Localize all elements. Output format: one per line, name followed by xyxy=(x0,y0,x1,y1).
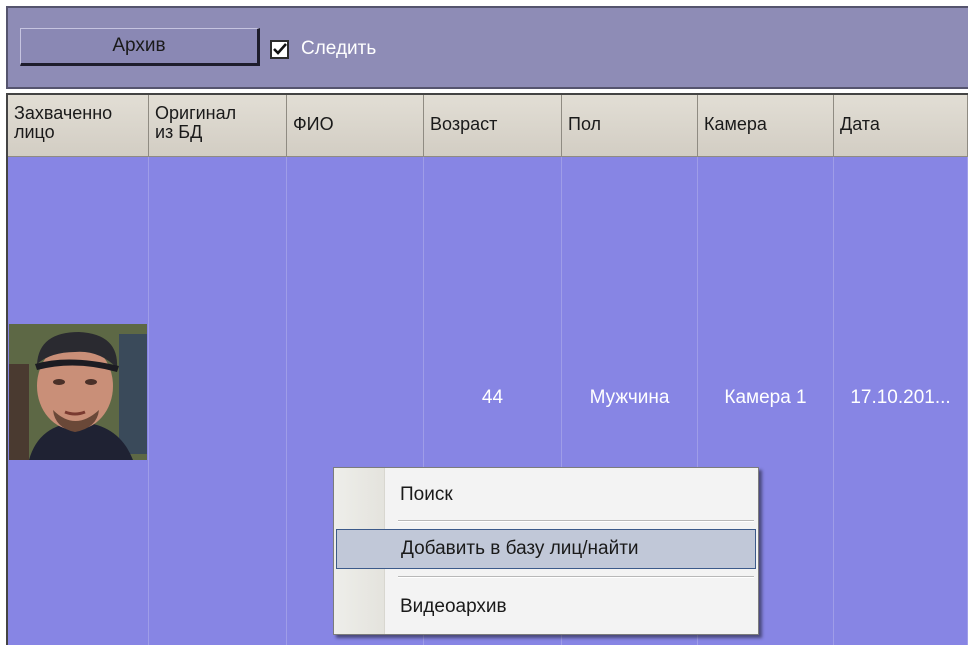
follow-checkbox-control[interactable]: Следить xyxy=(270,38,376,60)
original-db-cell xyxy=(149,157,287,645)
menu-item-label: Поиск xyxy=(400,484,453,505)
column-header-text: Дата xyxy=(840,114,880,134)
menu-item-label: Видеоархив xyxy=(400,596,507,617)
captured-face-image xyxy=(9,324,147,460)
column-header-text: Захваченно xyxy=(14,103,113,123)
archive-button[interactable]: Архив xyxy=(20,28,260,66)
column-header-gender[interactable]: Пол xyxy=(562,95,698,157)
toolbar: Архив Следить xyxy=(6,6,968,89)
column-header-text: Камера xyxy=(704,114,767,134)
follow-label: Следить xyxy=(301,38,377,59)
face-photo-icon xyxy=(9,324,147,460)
menu-separator xyxy=(398,576,754,578)
menu-separator xyxy=(398,520,754,522)
checkmark-icon xyxy=(272,43,287,55)
table-header: Захваченно лицо Оригинал из БД ФИО Возра… xyxy=(8,95,968,157)
context-menu: Поиск Добавить в базу лиц/найти Видеоарх… xyxy=(333,467,759,635)
date-value: 17.10.201... xyxy=(850,387,951,408)
menu-item-search[interactable]: Поиск xyxy=(336,475,756,515)
column-header-age[interactable]: Возраст xyxy=(424,95,562,157)
column-header-date[interactable]: Дата xyxy=(834,95,968,157)
camera-value: Камера 1 xyxy=(724,387,807,408)
menu-item-label: Добавить в базу лиц/найти xyxy=(401,538,639,559)
column-header-captured-face[interactable]: Захваченно лицо xyxy=(8,95,149,157)
age-value: 44 xyxy=(481,387,504,408)
column-header-fio[interactable]: ФИО xyxy=(287,95,424,157)
column-header-text: Возраст xyxy=(430,114,498,134)
column-header-text: Пол xyxy=(568,114,602,134)
column-header-text: Оригинал xyxy=(155,103,237,123)
column-header-text: ФИО xyxy=(293,114,334,134)
column-header-original-db[interactable]: Оригинал из БД xyxy=(149,95,287,157)
follow-checkbox[interactable] xyxy=(270,39,289,59)
menu-item-video-archive[interactable]: Видеоархив xyxy=(336,587,756,627)
column-header-text: из БД xyxy=(155,122,203,142)
menu-item-add-to-face-db[interactable]: Добавить в базу лиц/найти xyxy=(336,529,756,569)
date-cell: 17.10.201... xyxy=(834,157,968,645)
gender-value: Мужчина xyxy=(589,387,670,408)
captured-face-cell xyxy=(8,157,149,645)
column-header-camera[interactable]: Камера xyxy=(698,95,834,157)
column-header-text: лицо xyxy=(14,122,55,142)
